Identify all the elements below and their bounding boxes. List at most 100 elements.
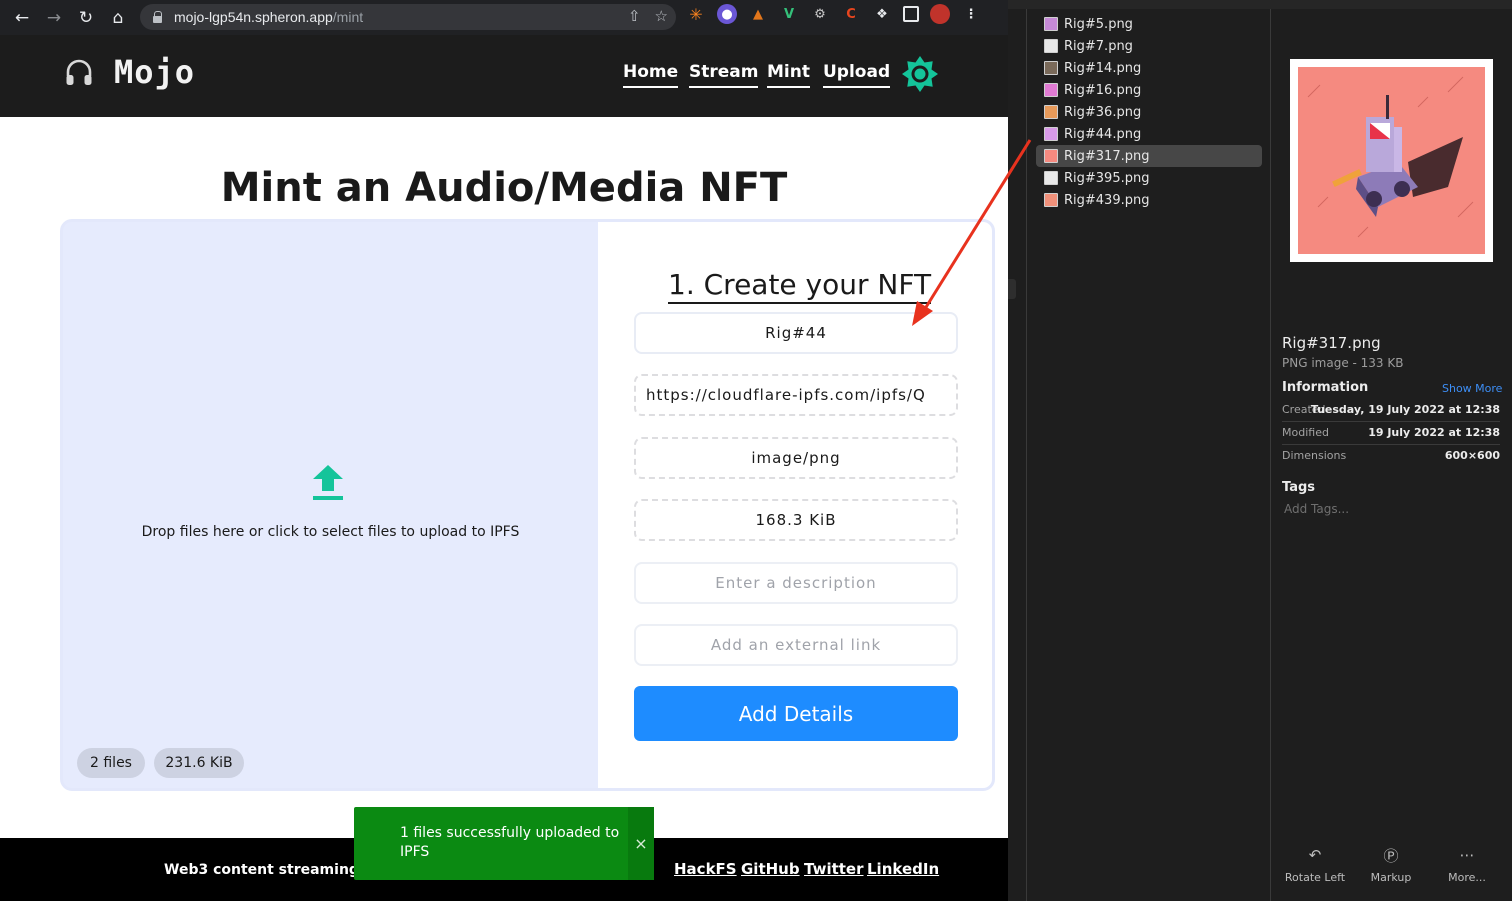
menu-kebab-icon[interactable]: ⋮ [961,4,981,24]
resize-handle[interactable] [1008,279,1016,299]
column-divider[interactable] [1026,9,1027,901]
rotate-left-action[interactable]: ↶ Rotate Left [1280,845,1350,884]
browser-window: ← → ↻ ⌂ mojo-lgp54n.spheron.app/mint ⇧ ☆… [0,0,1008,901]
extension-v-icon[interactable]: V [779,4,799,24]
info-value: Tuesday, 19 July 2022 at 12:38 [1310,403,1500,416]
file-thumbnail-icon [1044,193,1058,207]
headphones-logo-icon [66,59,92,85]
brand-logo-text[interactable]: Mojo [114,53,195,91]
extension-ghost-icon[interactable]: ● [717,4,737,24]
nft-form: 1. Create your NFT Rig#44 https://cloudf… [598,222,992,788]
url-host: mojo-lgp54n.spheron.app [174,9,333,25]
external-link-input[interactable]: Add an external link [634,624,958,666]
file-name: Rig#44.png [1064,126,1142,142]
more-label: More... [1448,871,1486,884]
profile-avatar[interactable] [930,4,950,24]
add-tags-input[interactable]: Add Tags... [1284,502,1349,516]
show-more-link[interactable]: Show More [1442,382,1502,395]
tags-heading: Tags [1282,480,1316,495]
dropzone-hint: Drop files here or click to select files… [141,524,520,540]
preview-artwork [1307,76,1474,238]
share-icon[interactable]: ⇧ [628,7,641,25]
footer-link-linkedin[interactable]: LinkedIn [867,860,939,878]
rotate-left-label: Rotate Left [1284,871,1346,884]
footer-link-twitter[interactable]: Twitter [804,860,864,878]
form-title: 1. Create your NFT [668,268,932,304]
toast-message: 1 files successfully uploaded to IPFS [400,825,620,860]
file-list-item[interactable]: Rig#395.png [1036,167,1262,189]
file-list-item[interactable]: Rig#317.png [1036,145,1262,167]
side-panel-icon[interactable] [903,6,919,22]
file-list-item[interactable]: Rig#36.png [1036,101,1262,123]
file-list-item[interactable]: Rig#14.png [1036,57,1262,79]
file-size-field[interactable]: 168.3 KiB [634,499,958,541]
more-action[interactable]: ⋯ More... [1432,845,1502,884]
description-input[interactable]: Enter a description [634,562,958,604]
image-preview [1290,59,1493,262]
column-divider[interactable] [1270,9,1271,901]
file-count-badge: 2 files [77,748,145,778]
finder-top-strip [1008,0,1512,9]
file-list-item[interactable]: Rig#16.png [1036,79,1262,101]
file-list-item[interactable]: Rig#7.png [1036,35,1262,57]
file-name: Rig#14.png [1064,60,1142,76]
markup-pen-icon: Ⓟ [1383,846,1399,865]
preview-thumbnail [1298,67,1485,254]
nav-mint[interactable]: Mint [767,62,810,88]
markup-action[interactable]: Ⓟ Markup [1356,845,1426,885]
add-details-button[interactable]: Add Details [634,686,958,741]
rotate-left-icon: ↶ [1308,846,1322,864]
file-name: Rig#395.png [1064,170,1150,186]
file-dropzone[interactable]: Drop files here or click to select files… [63,222,598,788]
bookmark-star-icon[interactable]: ☆ [655,7,668,25]
file-thumbnail-icon [1044,149,1058,163]
info-value: 19 July 2022 at 12:38 [1368,426,1500,439]
metamask-fox-icon[interactable]: ▲ [748,4,768,24]
extension-gear-icon[interactable]: ⚙ [810,4,830,24]
nav-stream[interactable]: Stream [689,62,759,88]
extensions-puzzle-icon[interactable]: ❖ [872,4,892,24]
browser-toolbar: ← → ↻ ⌂ mojo-lgp54n.spheron.app/mint ⇧ ☆… [0,0,1008,35]
file-list-item[interactable]: Rig#439.png [1036,189,1262,211]
info-value: 600×600 [1444,449,1500,462]
home-icon[interactable]: ⌂ [102,2,134,34]
extension-c-icon[interactable]: C [841,4,861,24]
footer-link-github[interactable]: GitHub [741,860,800,878]
file-thumbnail-icon [1044,83,1058,97]
file-thumbnail-icon [1044,61,1058,75]
extensions-row: ✳ ● ▲ V ⚙ C ❖ ⋮ [686,4,981,24]
file-url-field[interactable]: https://cloudflare-ipfs.com/ipfs/Q [634,374,958,416]
file-list-item[interactable]: Rig#44.png [1036,123,1262,145]
nav-upload[interactable]: Upload [823,62,891,88]
file-list-item[interactable]: Rig#5.png [1036,13,1262,35]
info-row-created: Created Tuesday, 19 July 2022 at 12:38 [1282,400,1500,422]
markup-label: Markup [1370,871,1412,884]
preview-file-name: Rig#317.png [1282,334,1381,352]
address-bar[interactable]: mojo-lgp54n.spheron.app/mint ⇧ ☆ [140,4,676,30]
footer-link-hackfs[interactable]: HackFS [674,860,737,878]
file-thumbnail-icon [1044,39,1058,53]
upload-success-toast: 1 files successfully uploaded to IPFS × [354,807,654,880]
total-size-badge: 231.6 KiB [154,748,244,778]
information-heading: Information [1282,380,1369,395]
file-thumbnail-icon [1044,17,1058,31]
screenshot: ← → ↻ ⌂ mojo-lgp54n.spheron.app/mint ⇧ ☆… [0,0,1512,901]
forward-arrow-icon[interactable]: → [38,2,70,34]
extension-burst-icon[interactable]: ✳ [686,4,706,24]
back-arrow-icon[interactable]: ← [6,2,38,34]
reload-icon[interactable]: ↻ [70,2,102,34]
upload-arrow-icon [313,465,343,500]
info-row-modified: Modified 19 July 2022 at 12:38 [1282,423,1500,445]
file-name: Rig#5.png [1064,16,1133,32]
info-key: Dimensions [1282,449,1347,462]
info-key: Modified [1282,426,1329,439]
nft-name-field[interactable]: Rig#44 [634,312,958,354]
mint-card: Drop files here or click to select files… [60,219,995,791]
nav-home[interactable]: Home [623,62,679,88]
info-row-dimensions: Dimensions 600×600 [1282,446,1500,468]
finder-column-view: Rig#5.png Rig#7.png Rig#14.png Rig#16.png Ri… [1008,0,1512,901]
mime-type-field[interactable]: image/png [634,437,958,479]
file-name: Rig#317.png [1064,148,1150,164]
theme-toggle-sun-icon[interactable] [902,56,938,92]
toast-close-button[interactable]: × [628,807,654,880]
